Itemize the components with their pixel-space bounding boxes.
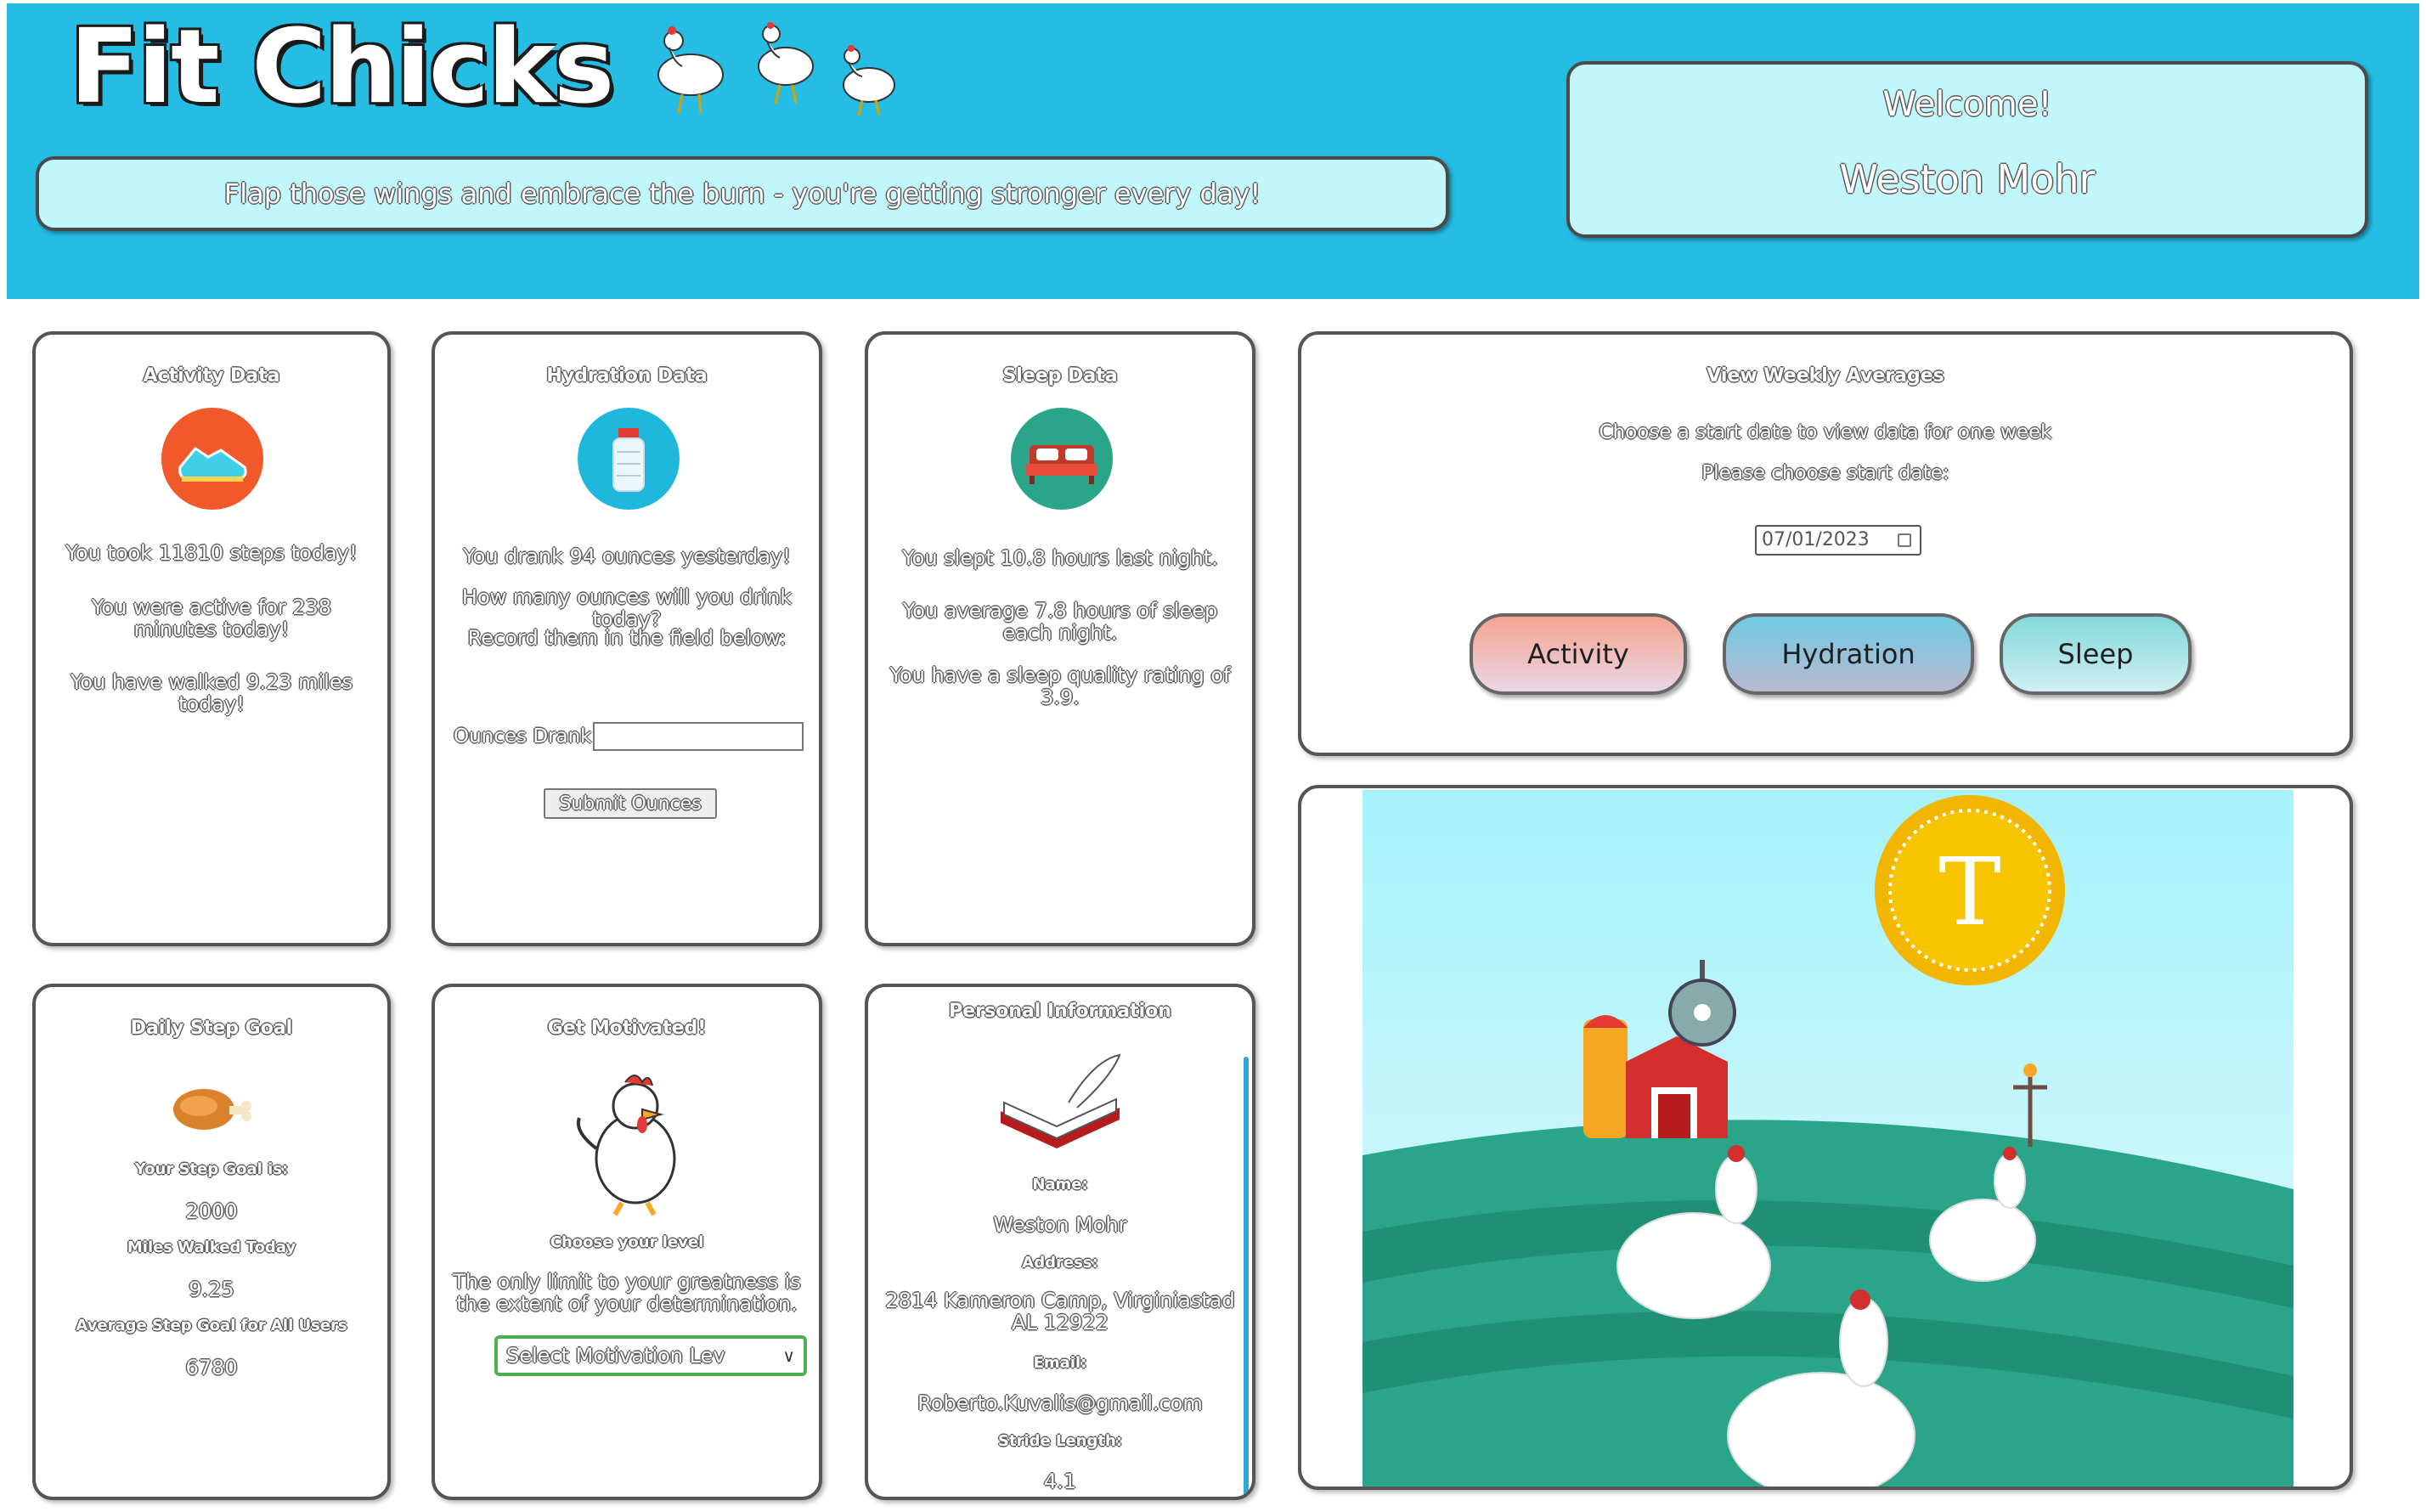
- email-value: Roberto.Kuvalis@gmail.com: [917, 1391, 1203, 1415]
- miles-walked-value: 9.25: [189, 1278, 234, 1301]
- sleep-quality-text: You have a sleep quality rating of 3.9.: [889, 663, 1231, 709]
- weekly-subtitle: Choose a start date to view data for one…: [1599, 421, 2052, 443]
- ounces-input-label: Ounces Drank: [454, 725, 592, 748]
- farm-scene-card: T: [1298, 785, 2353, 1490]
- motto-text: Flap those wings and embrace the burn - …: [223, 178, 1261, 210]
- hydration-weekly-button[interactable]: Hydration: [1723, 613, 1974, 695]
- motto-banner: Flap those wings and embrace the burn - …: [36, 156, 1449, 231]
- motivation-quote: The only limit to your greatness is the …: [453, 1270, 801, 1316]
- average-sleep-text: You average 7.8 hours of sleep each nigh…: [902, 599, 1218, 645]
- address-value: 2814 Kameron Camp, Virginiastad AL 12922: [885, 1289, 1235, 1334]
- start-date-input[interactable]: 07/01/2023: [1755, 525, 1921, 556]
- motivation-card: Get Motivated! Choose your level The onl…: [432, 984, 822, 1500]
- activity-title: Activity Data: [143, 365, 280, 386]
- motivation-select-value: Select Motivation Lev: [506, 1344, 725, 1368]
- email-label: Email:: [1033, 1354, 1087, 1372]
- water-bottle-icon: [578, 408, 680, 510]
- badge-letter: T: [1938, 838, 2000, 946]
- app-logo: Fit Chicks: [70, 8, 614, 127]
- rooster-icon: [577, 1075, 676, 1216]
- miles-walked-text: You have walked 9.23 miles today!: [70, 670, 353, 716]
- chevron-down-icon: ∨: [782, 1346, 795, 1366]
- record-instruction-text: Record them in the field below:: [467, 626, 787, 650]
- header-banner: Fit Chicks Flap those wings and embrace …: [7, 3, 2419, 299]
- hydration-title: Hydration Data: [546, 365, 708, 386]
- welcome-panel: Welcome! Weston Mohr: [1566, 61, 2368, 238]
- start-date-value: 07/01/2023: [1762, 529, 1870, 550]
- stride-length-value: 4.1: [1043, 1470, 1077, 1493]
- running-shoe-icon: [161, 408, 263, 510]
- farm-illustration: T: [1363, 790, 2293, 1487]
- active-minutes-text: You were active for 238 minutes today!: [91, 595, 332, 641]
- name-label: Name:: [1032, 1176, 1088, 1193]
- hydration-card: Hydration Data You drank 94 ounces yeste…: [432, 331, 822, 946]
- step-goal-title: Daily Step Goal: [130, 1018, 293, 1039]
- welcome-label: Welcome!: [1882, 85, 2052, 124]
- ounces-yesterday-text: You drank 94 ounces yesterday!: [463, 544, 791, 568]
- motivation-title: Get Motivated!: [547, 1018, 707, 1039]
- sleep-weekly-button[interactable]: Sleep: [2000, 613, 2192, 695]
- sleep-card: Sleep Data You slept 10.8 hours last nig…: [865, 331, 1255, 946]
- personal-info-card: Personal Information Name: Weston Mohr A…: [865, 984, 1255, 1500]
- user-name: Weston Mohr: [1839, 156, 2096, 202]
- calendar-icon[interactable]: [1898, 533, 1911, 547]
- ounces-input[interactable]: [593, 722, 804, 751]
- step-goal-value: 2000: [185, 1199, 238, 1223]
- name-value: Weston Mohr: [993, 1213, 1127, 1237]
- step-goal-card: Daily Step Goal Your Step Goal is: 2000 …: [32, 984, 391, 1500]
- address-label: Address:: [1022, 1254, 1098, 1272]
- activity-weekly-button[interactable]: Activity: [1470, 613, 1687, 695]
- drumstick-icon: [173, 1089, 251, 1130]
- choose-level-label: Choose your level: [550, 1233, 704, 1251]
- personal-info-title: Personal Information: [949, 1001, 1171, 1022]
- stride-length-label: Stride Length:: [998, 1432, 1122, 1450]
- weekly-prompt: Please choose start date:: [1701, 462, 1949, 484]
- chickens-logo-icon: [657, 22, 895, 116]
- steps-text: You took 11810 steps today!: [65, 541, 358, 565]
- step-goal-label: Your Step Goal is:: [134, 1160, 289, 1178]
- miles-walked-label: Miles Walked Today: [127, 1238, 296, 1256]
- sleep-title: Sleep Data: [1002, 365, 1118, 386]
- submit-ounces-button[interactable]: Submit Ounces: [544, 788, 717, 819]
- motivation-level-select[interactable]: Select Motivation Lev ∨: [494, 1335, 807, 1376]
- ounces-question-text: How many ounces will you drink today?: [461, 585, 793, 631]
- book-quill-icon: [1001, 1053, 1121, 1148]
- weekly-title: View Weekly Averages: [1707, 365, 1944, 386]
- average-step-goal-label: Average Step Goal for All Users: [76, 1317, 347, 1334]
- weekly-averages-card: View Weekly Averages Choose a start date…: [1298, 331, 2353, 756]
- average-step-goal-value: 6780: [185, 1356, 238, 1379]
- bed-icon: [1011, 408, 1113, 510]
- scrollbar[interactable]: [1244, 1057, 1249, 1497]
- slept-text: You slept 10.8 hours last night.: [902, 546, 1218, 570]
- activity-card: Activity Data You took 11810 steps today…: [32, 331, 391, 946]
